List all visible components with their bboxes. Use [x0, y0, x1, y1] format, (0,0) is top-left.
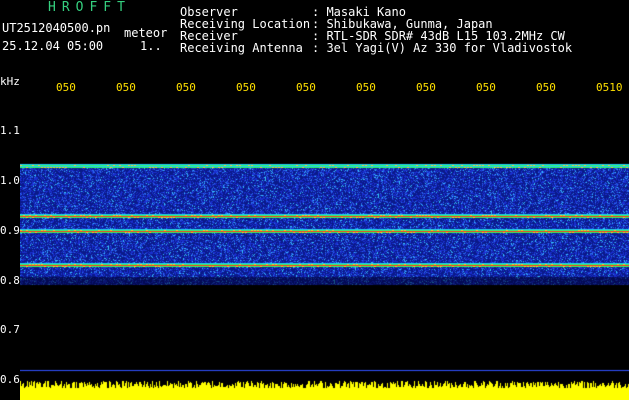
y-tick-label: 0.6 — [0, 373, 20, 386]
datetime-label: 25.12.04 05:00 — [2, 39, 104, 53]
x-tick-label: 050 — [416, 81, 436, 94]
y-tick-label: 0.9 — [0, 224, 20, 237]
x-tick-label: 050 — [56, 81, 76, 94]
x-tick-label: 050 — [536, 81, 556, 94]
spectrogram-plot — [20, 97, 629, 400]
y-tick-label: 0.8 — [0, 274, 20, 287]
hrofft-window: HROFFT UT2512040500.pn meteor 25.12.04 0… — [0, 0, 629, 400]
x-tick-label: 050 — [476, 81, 496, 94]
x-tick-label: 050 — [116, 81, 136, 94]
x-tick-label: 0510 — [596, 81, 623, 94]
antenna-value: : 3el Yagi(V) Az 330 for Vladivostok — [312, 41, 573, 55]
y-axis-unit: kHz — [0, 75, 20, 88]
app-title: HROFFT — [48, 0, 131, 15]
y-tick-label: 1.1 — [0, 124, 20, 137]
x-tick-label: 050 — [356, 81, 376, 94]
antenna-label: Receiving Antenna — [180, 41, 303, 55]
filename-label: UT2512040500.pn — [2, 21, 111, 35]
y-tick-label: 1.0 — [0, 174, 20, 187]
y-tick-label: 0.7 — [0, 323, 20, 336]
count-label: 1.. — [140, 39, 162, 53]
x-tick-label: 050 — [176, 81, 196, 94]
x-tick-label: 050 — [296, 81, 316, 94]
x-tick-label: 050 — [236, 81, 256, 94]
meteor-label: meteor — [124, 26, 168, 40]
